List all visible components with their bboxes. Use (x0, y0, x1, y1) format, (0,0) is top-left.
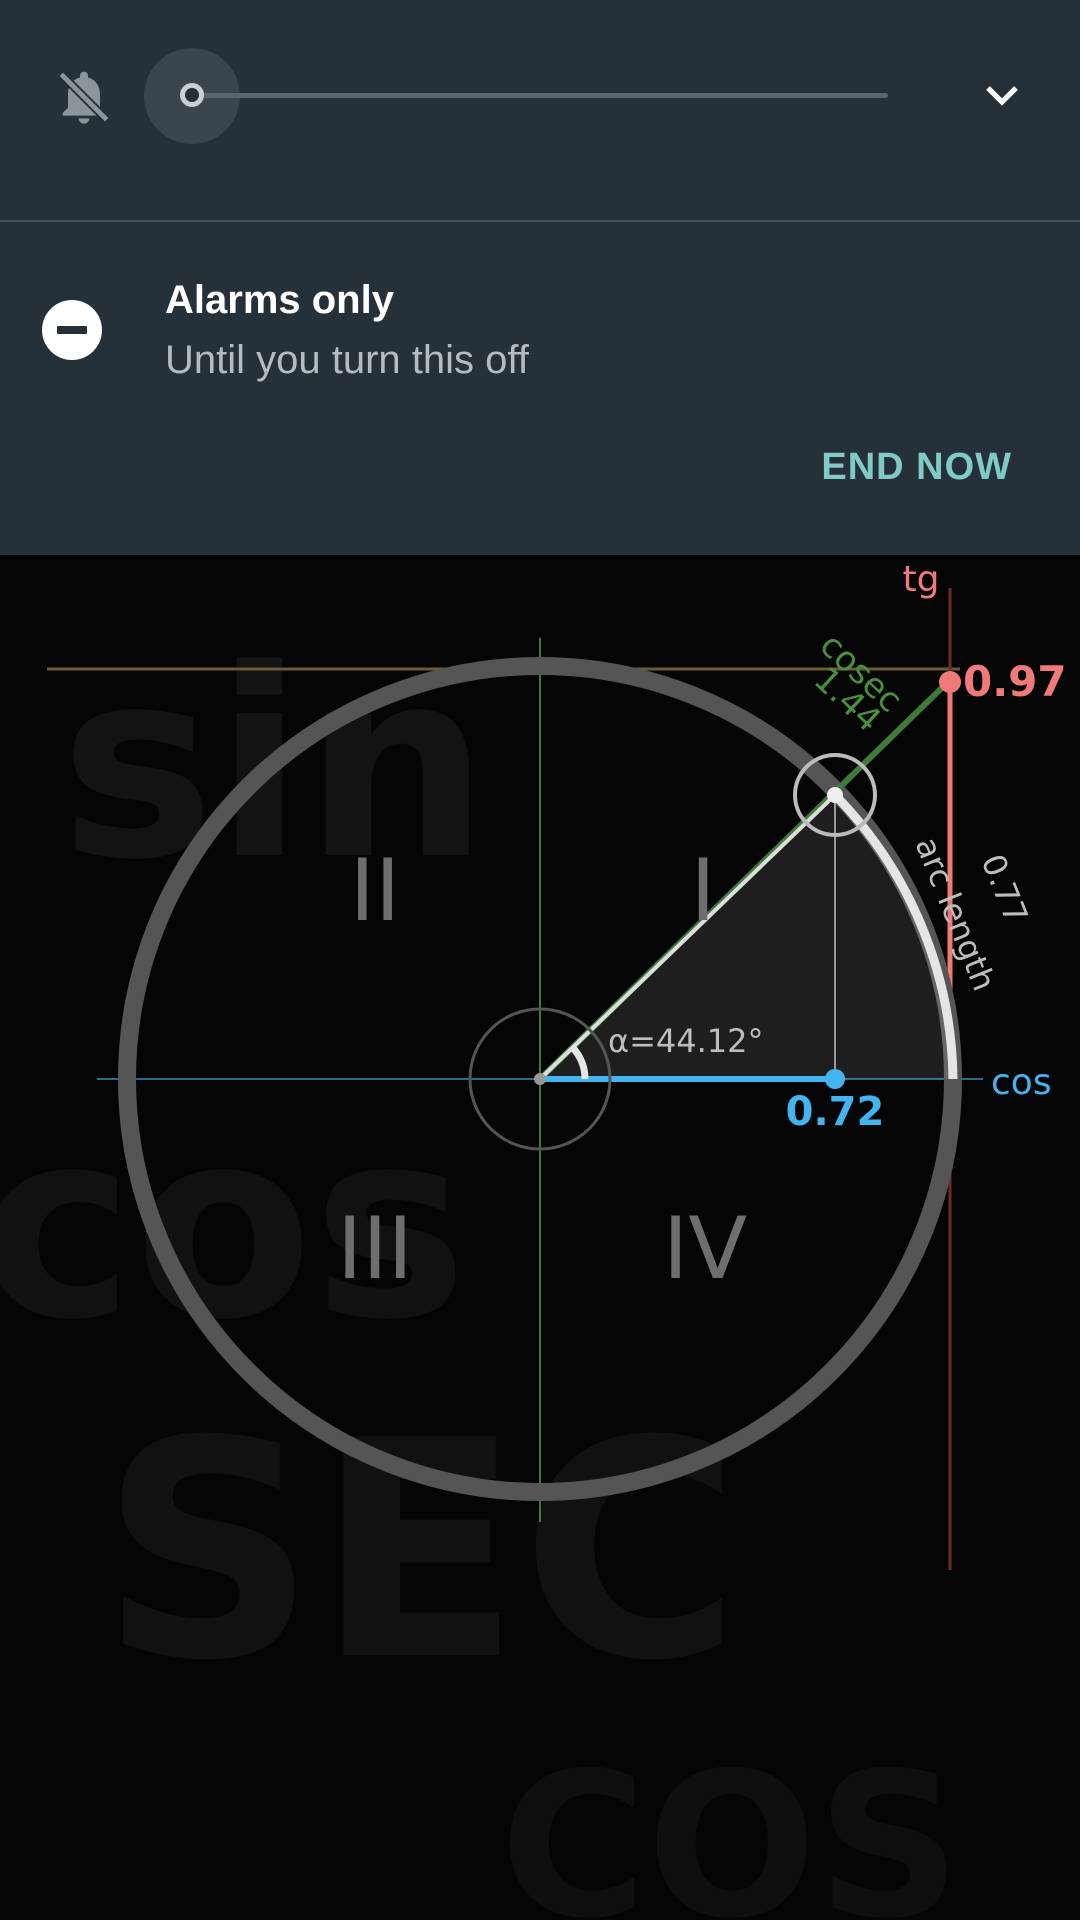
quadrant-label-ii: II (350, 841, 401, 941)
end-now-button[interactable]: END NOW (821, 446, 1012, 489)
angle-label: α=44.12° (608, 1022, 764, 1060)
cos-axis-label: cos (991, 1062, 1052, 1103)
cos-point (825, 1069, 845, 1089)
tg-point (939, 671, 961, 693)
tg-value: 0.97 (963, 657, 1067, 706)
quadrant-label-iii: III (337, 1199, 413, 1299)
unit-circle-app: sin cos SEC COS I II III IV α=44.12° 0.7… (0, 555, 1080, 1920)
tg-axis-label: tg (903, 559, 940, 600)
bell-off-icon[interactable] (52, 65, 116, 129)
cos-value: 0.72 (786, 1089, 885, 1135)
origin-point (534, 1073, 546, 1085)
dnd-mode-subtitle: Until you turn this off (165, 338, 529, 382)
dnd-mode-title: Alarms only (165, 278, 394, 322)
chevron-down-icon[interactable] (978, 70, 1026, 118)
volume-row (0, 0, 1080, 220)
quadrant-label-i: I (690, 841, 715, 941)
quadrant-label-iv: IV (663, 1199, 747, 1299)
notification-shade: Alarms only Until you turn this off END … (0, 0, 1080, 555)
volume-slider-thumb[interactable] (180, 83, 204, 107)
volume-slider[interactable] (198, 93, 888, 98)
divider (0, 220, 1080, 222)
arc-length-value: 0.77 (974, 849, 1036, 929)
do-not-disturb-icon (42, 300, 102, 360)
unit-circle-diagram[interactable]: I II III IV α=44.12° 0.72 cos tg 0.97 co… (0, 555, 1080, 1920)
angle-handle-point (827, 787, 843, 803)
